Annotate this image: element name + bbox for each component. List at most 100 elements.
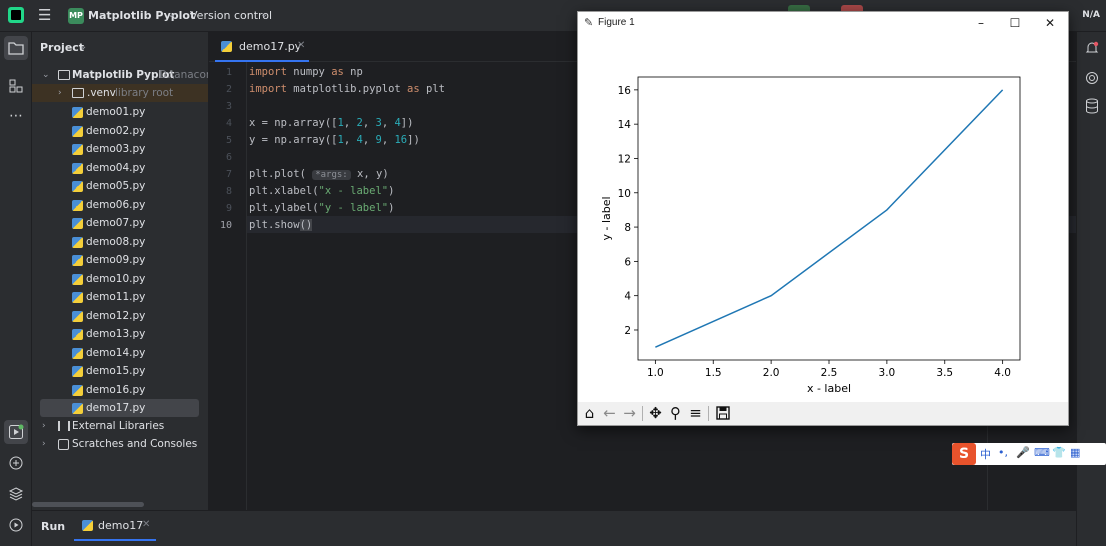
left-tool-strip: ⋯ <box>0 32 32 546</box>
file-name: demo15.py <box>86 365 146 377</box>
close-icon[interactable]: ✕ <box>297 40 305 51</box>
figure-title-bar[interactable]: ✎ Figure 1 – ☐ ✕ <box>578 12 1068 34</box>
code-line-9: plt.ylabel("y - label") <box>249 202 395 214</box>
folder-icon <box>58 70 70 80</box>
project-horizontal-scrollbar[interactable] <box>32 502 144 507</box>
run-tool-bar: Run demo17 ✕ <box>32 510 1076 546</box>
file-name: demo14.py <box>86 346 146 359</box>
ime-voice-icon[interactable]: 🎤 <box>1016 446 1030 459</box>
database-icon[interactable] <box>1080 94 1104 118</box>
project-switcher[interactable]: Matplotlib Pyplot <box>88 9 195 22</box>
ime-keyboard-icon[interactable]: ⌨ <box>1034 446 1050 459</box>
python-file-icon <box>82 520 93 531</box>
project-badge[interactable]: MP <box>68 8 84 24</box>
python-file-icon <box>72 107 83 118</box>
home-icon[interactable]: ⌂ <box>580 404 599 423</box>
chevron-right-icon[interactable]: › <box>42 417 46 435</box>
y-tick-label: 12 <box>618 153 631 165</box>
chevron-right-icon[interactable]: › <box>42 435 46 453</box>
file-name: demo09.py <box>86 254 146 266</box>
minimize-button[interactable]: – <box>964 14 998 32</box>
series-line <box>655 89 1004 348</box>
services-icon[interactable] <box>4 513 28 537</box>
root-folder-path: D:\anacond <box>159 69 208 81</box>
main-menu-icon[interactable]: ☰ <box>38 7 51 23</box>
line-number-gutter: 1 2 3 4 5 6 7 8 9 10 <box>209 62 247 510</box>
tree-item-file[interactable]: demo14.py <box>32 344 208 362</box>
code-line-4: x = np.array([1, 2, 3, 4]) <box>249 117 414 129</box>
code-line-1: import numpy as np <box>249 66 363 78</box>
code-line-7: plt.plot( *args: x, y) <box>249 168 389 180</box>
pan-icon[interactable]: ✥ <box>646 404 665 423</box>
run-tab-demo17[interactable]: demo17 ✕ <box>74 511 156 541</box>
ai-assistant-icon[interactable] <box>1080 66 1104 90</box>
ime-logo-icon[interactable]: S <box>952 443 976 465</box>
zoom-icon[interactable]: ⚲ <box>666 404 685 423</box>
scratches-label: Scratches and Consoles <box>72 438 198 450</box>
tree-item-file[interactable]: demo08.py <box>32 233 208 251</box>
pycharm-logo-icon[interactable] <box>8 7 24 23</box>
maximize-button[interactable]: ☐ <box>998 14 1032 32</box>
y-tick-label: 16 <box>618 85 632 97</box>
close-icon[interactable]: ✕ <box>142 519 150 530</box>
tree-item-external-libraries[interactable]: › External Libraries <box>32 417 208 435</box>
ime-skin-icon[interactable]: 👕 <box>1052 446 1066 459</box>
tree-root-project[interactable]: ⌄ Matplotlib Pyplot D:\anacond <box>32 66 208 84</box>
forward-icon[interactable]: → <box>620 404 639 423</box>
python-console-icon[interactable] <box>4 451 28 475</box>
save-icon[interactable] <box>713 404 732 423</box>
tree-item-file[interactable]: demo03.py <box>32 140 208 158</box>
ime-apps-icon[interactable]: ▦ <box>1070 446 1080 459</box>
chevron-down-icon[interactable]: ⌄ <box>260 9 268 20</box>
tree-item-file[interactable]: demo16.py <box>32 381 208 399</box>
notifications-icon[interactable] <box>1080 36 1104 60</box>
project-folder-icon[interactable] <box>4 36 28 60</box>
tab-demo17[interactable]: demo17.py ✕ <box>215 32 309 62</box>
file-name: demo13.py <box>86 328 146 340</box>
python-file-icon <box>72 181 83 192</box>
tree-item-file[interactable]: demo04.py <box>32 159 208 177</box>
y-tick-label: 6 <box>624 256 631 268</box>
tree-item-file[interactable]: demo10.py <box>32 270 208 288</box>
tree-item-file[interactable]: demo02.py <box>32 122 208 140</box>
tree-item-file[interactable]: demo09.py <box>32 251 208 269</box>
tree-item-file[interactable]: demo05.py <box>32 177 208 195</box>
matplotlib-figure-window[interactable]: ✎ Figure 1 – ☐ ✕ 1.0 1.5 2.0 2.5 3.0 3.5 4.0 2 4… <box>577 11 1069 426</box>
figure-canvas[interactable]: 1.0 1.5 2.0 2.5 3.0 3.5 4.0 2 4 6 8 10 12 14 16 x - la… <box>578 34 1068 402</box>
close-button[interactable]: ✕ <box>1033 14 1067 32</box>
python-file-icon <box>72 125 83 137</box>
tree-item-file[interactable]: demo12.py <box>32 307 208 325</box>
matplotlib-toolbar: ⌂ ← → ✥ ⚲ ≡ <box>578 402 1068 425</box>
ime-mode-toggle[interactable]: 中 <box>980 446 991 462</box>
tree-item-file[interactable]: demo07.py <box>32 214 208 232</box>
tree-item-file[interactable]: demo15.py <box>32 362 208 380</box>
python-file-icon <box>72 384 83 396</box>
tree-item-file[interactable]: demo01.py <box>32 103 208 121</box>
tree-item-venv[interactable]: › .venv library root <box>32 84 208 102</box>
tree-item-file[interactable]: demo13.py <box>32 325 208 343</box>
file-name: demo07.py <box>86 217 146 229</box>
back-icon[interactable]: ← <box>600 404 619 423</box>
tree-item-file[interactable]: demo06.py <box>32 196 208 214</box>
chevron-down-icon[interactable]: ⌄ <box>167 9 175 20</box>
configure-subplots-icon[interactable]: ≡ <box>686 404 705 423</box>
tree-item-scratches[interactable]: › Scratches and Consoles <box>32 435 208 453</box>
tree-item-file[interactable]: demo11.py <box>32 288 208 306</box>
file-name: demo02.py <box>86 124 146 137</box>
chevron-down-icon[interactable]: ⌄ <box>42 66 50 84</box>
python-file-icon <box>72 329 83 340</box>
more-tools-icon[interactable]: ⋯ <box>4 104 28 128</box>
structure-icon[interactable] <box>4 74 28 98</box>
run-tool-icon[interactable] <box>4 420 28 444</box>
chevron-right-icon[interactable]: › <box>58 84 62 102</box>
run-tab-label: demo17 <box>98 519 144 532</box>
line-number: 3 <box>225 101 232 112</box>
chevron-down-icon[interactable]: ⌄ <box>79 41 87 52</box>
x-tick-label: 3.5 <box>936 367 953 379</box>
python-file-icon <box>72 144 83 155</box>
project-panel-title[interactable]: Project <box>40 41 84 54</box>
tree-item-file[interactable]: demo17.py <box>40 399 199 417</box>
python-packages-icon[interactable] <box>4 482 28 506</box>
toolbar-separator <box>642 406 643 421</box>
ime-punctuation-toggle[interactable]: •, <box>998 446 1008 459</box>
